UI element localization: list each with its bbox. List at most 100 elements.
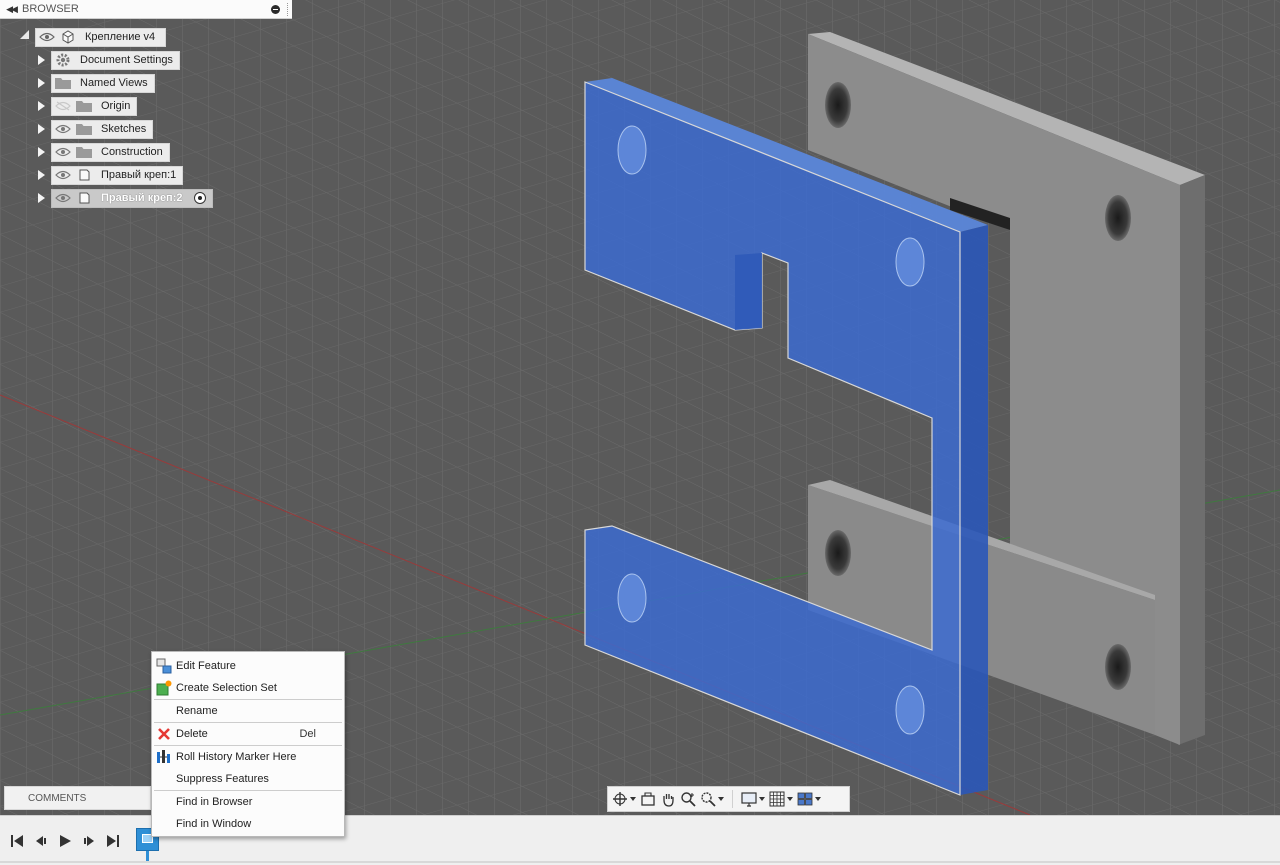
eye-icon[interactable] (55, 170, 71, 180)
menu-item-label: Create Selection Set (176, 682, 277, 694)
menu-item-label: Suppress Features (176, 773, 269, 785)
eye-icon[interactable] (55, 124, 71, 134)
pin-panel-icon[interactable] (271, 5, 280, 14)
delete-icon (156, 726, 172, 742)
gray-hole-2 (1105, 195, 1131, 241)
history-marker-icon (156, 749, 172, 765)
menu-item-roll-history-marker[interactable]: Roll History Marker Here (152, 746, 344, 768)
eye-hidden-icon[interactable] (55, 101, 71, 111)
component-icon (76, 168, 92, 182)
expand-arrow-icon[interactable] (38, 101, 45, 111)
tree-node[interactable]: Construction (51, 142, 170, 162)
expand-arrow-icon[interactable] (38, 78, 45, 88)
panel-grip-icon[interactable] (287, 3, 290, 16)
browser-title: BROWSER (22, 3, 79, 15)
comments-label: COMMENTS (28, 792, 87, 804)
pan-icon[interactable] (660, 789, 676, 809)
menu-item-rename[interactable]: Rename (152, 700, 344, 722)
component-icon (76, 191, 92, 205)
menu-item-find-in-window[interactable]: Find in Window (152, 813, 344, 835)
browser-header: ◀◀ BROWSER (0, 0, 292, 19)
tree-node-label: Правый креп:2 (101, 192, 183, 204)
blue-hole-3 (617, 573, 647, 623)
orbit-icon[interactable] (612, 789, 636, 809)
menu-item-label: Find in Browser (176, 796, 253, 808)
activate-component-icon[interactable] (193, 192, 206, 204)
tree-node-label: Construction (101, 146, 163, 158)
grid-settings-icon[interactable] (769, 789, 793, 809)
menu-item-suppress-features[interactable]: Suppress Features (152, 768, 344, 790)
menu-item-create-selection-set[interactable]: Create Selection Set (152, 677, 344, 699)
folder-icon (55, 76, 71, 90)
tree-node-label: Named Views (80, 77, 148, 89)
go-to-start-icon[interactable] (8, 833, 26, 849)
history-marker[interactable] (146, 851, 149, 861)
edit-feature-icon (156, 658, 172, 674)
tree-node-label: Правый креп:1 (101, 169, 177, 181)
eye-icon[interactable] (55, 147, 71, 157)
step-forward-icon[interactable] (80, 833, 98, 849)
tree-node-selected[interactable]: Правый креп:2 (51, 188, 213, 208)
tree-item-part-1[interactable]: Правый креп:1 (38, 165, 184, 185)
folder-icon (76, 145, 92, 159)
blue-hole-4 (895, 685, 925, 735)
comments-panel[interactable]: COMMENTS (4, 786, 151, 810)
expand-arrow-icon[interactable] (38, 147, 45, 157)
eye-icon[interactable] (55, 193, 71, 203)
collapse-panel-icon[interactable]: ◀◀ (0, 4, 22, 15)
selection-set-icon (156, 680, 172, 696)
step-back-icon[interactable] (32, 833, 50, 849)
blue-hole-1 (617, 125, 647, 175)
tree-node[interactable]: Sketches (51, 119, 154, 139)
gray-hole-4 (1105, 644, 1131, 690)
tree-node[interactable]: Named Views (51, 73, 155, 93)
tree-node-label: Document Settings (80, 54, 173, 66)
tree-root-row[interactable]: Крепление v4 (20, 27, 167, 47)
tree-item-origin[interactable]: Origin (38, 96, 138, 116)
blue-part-side-face (960, 225, 988, 795)
menu-item-label: Edit Feature (176, 660, 236, 672)
menu-item-find-in-browser[interactable]: Find in Browser (152, 791, 344, 813)
tree-item-document-settings[interactable]: Document Settings (38, 50, 180, 70)
tree-item-sketches[interactable]: Sketches (38, 119, 154, 139)
context-menu: Edit Feature Create Selection Set Rename… (151, 651, 345, 837)
gray-part-side-face (1178, 175, 1205, 745)
expand-arrow-icon[interactable] (38, 170, 45, 180)
tree-node-label: Крепление v4 (85, 31, 156, 43)
menu-item-delete[interactable]: Delete Del (152, 723, 344, 745)
gray-hole-3 (825, 530, 851, 576)
expand-arrow-icon[interactable] (38, 55, 45, 65)
play-icon[interactable] (56, 833, 74, 849)
blue-part-notch-inner (735, 253, 762, 330)
gray-hole-1 (825, 82, 851, 128)
component-icon (60, 30, 76, 44)
expand-root-icon[interactable] (20, 30, 29, 44)
menu-item-edit-feature[interactable]: Edit Feature (152, 655, 344, 677)
tree-node[interactable]: Document Settings (51, 50, 180, 70)
tree-item-part-2[interactable]: Правый креп:2 (38, 188, 213, 208)
gear-icon (55, 53, 71, 67)
menu-item-label: Rename (176, 705, 218, 717)
tree-item-construction[interactable]: Construction (38, 142, 170, 162)
display-settings-icon[interactable] (741, 789, 765, 809)
zoom-icon[interactable] (680, 789, 696, 809)
expand-arrow-icon[interactable] (38, 124, 45, 134)
folder-icon (76, 99, 92, 113)
tree-node[interactable]: Origin (51, 96, 138, 116)
navigation-toolbar (607, 786, 850, 812)
look-at-icon[interactable] (640, 789, 656, 809)
tree-node[interactable]: Правый креп:1 (51, 165, 184, 185)
menu-item-label: Find in Window (176, 818, 252, 830)
timeline-track (0, 861, 1280, 863)
expand-arrow-icon[interactable] (38, 193, 45, 203)
tree-item-named-views[interactable]: Named Views (38, 73, 155, 93)
folder-icon (76, 122, 92, 136)
zoom-window-icon[interactable] (700, 789, 724, 809)
eye-icon[interactable] (39, 32, 55, 42)
toolbar-separator (732, 790, 733, 808)
tree-node-root[interactable]: Крепление v4 (35, 27, 167, 47)
go-to-end-icon[interactable] (104, 833, 122, 849)
menu-item-shortcut: Del (299, 728, 316, 740)
browser-panel: ◀◀ BROWSER Крепление v4 Document Setting… (0, 0, 292, 212)
viewports-icon[interactable] (797, 789, 821, 809)
